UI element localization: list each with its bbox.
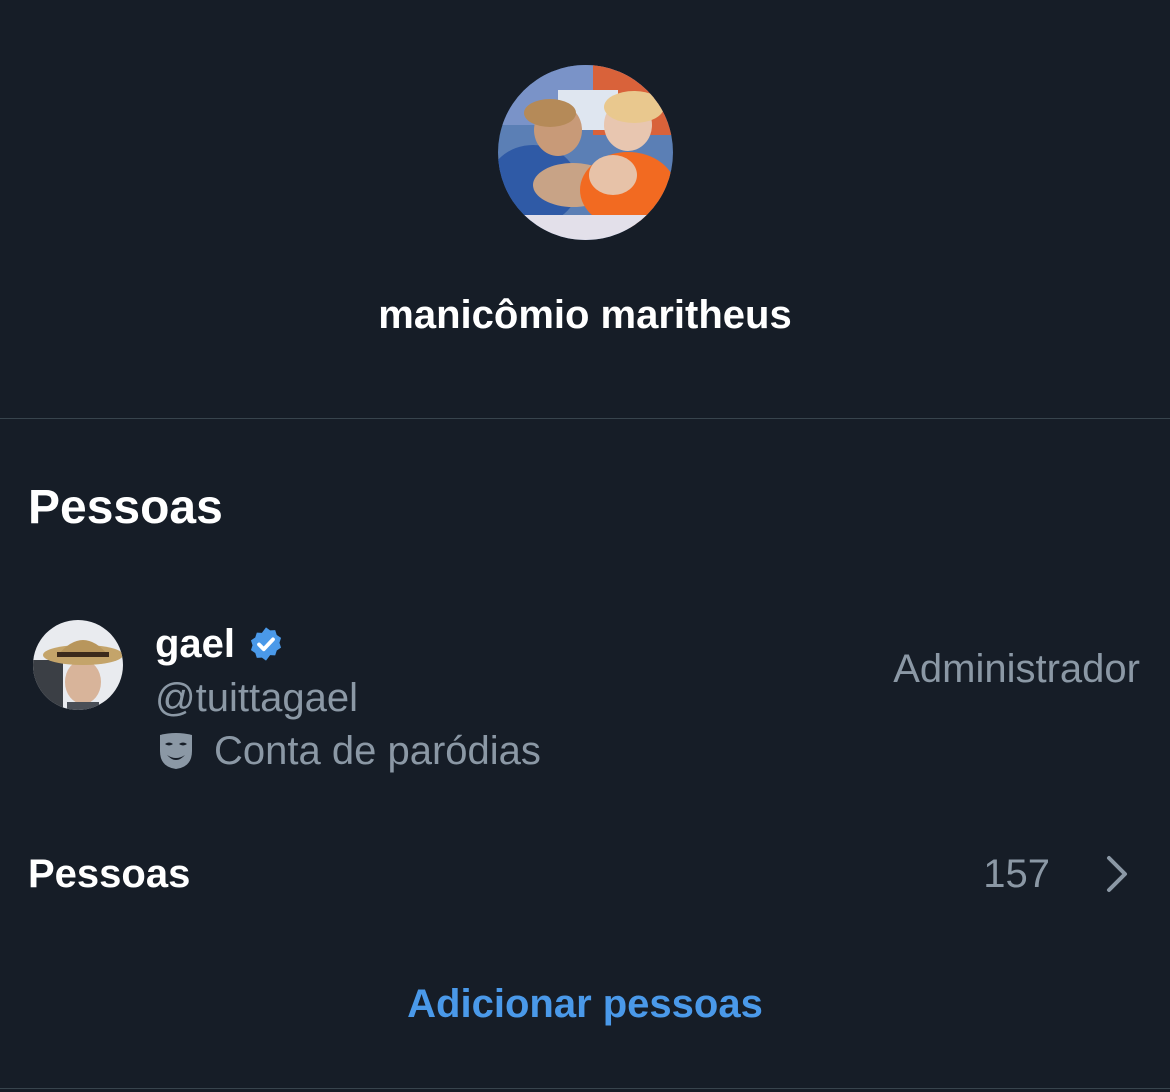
member-handle: @tuittagael xyxy=(155,676,358,720)
add-people-button[interactable]: Adicionar pessoas xyxy=(0,978,1170,1030)
member-name-text: gael xyxy=(155,622,236,666)
group-avatar[interactable] xyxy=(498,65,673,240)
group-photo xyxy=(498,65,673,240)
parody-label-text: Conta de paródias xyxy=(214,729,541,773)
people-section-title: Pessoas xyxy=(28,481,223,534)
member-name[interactable]: gael xyxy=(155,620,285,668)
bottom-divider xyxy=(0,1088,1170,1089)
member-role: Administrador xyxy=(893,647,1140,691)
top-divider xyxy=(0,418,1170,419)
people-count-row[interactable]: Pessoas 157 xyxy=(0,840,1170,910)
member-avatar[interactable] xyxy=(33,620,123,710)
people-row-label: Pessoas xyxy=(28,852,191,896)
member-photo xyxy=(33,620,123,710)
verified-badge-icon xyxy=(247,625,285,663)
group-name: manicômio maritheus xyxy=(378,293,792,337)
parody-label: Conta de paródias xyxy=(158,727,541,775)
people-count: 157 xyxy=(983,852,1050,896)
parody-mask-icon xyxy=(158,731,194,771)
member-row[interactable]: gael @tuittagael Conta de paródias Admin… xyxy=(0,610,1170,790)
chevron-right-icon xyxy=(1104,854,1130,894)
